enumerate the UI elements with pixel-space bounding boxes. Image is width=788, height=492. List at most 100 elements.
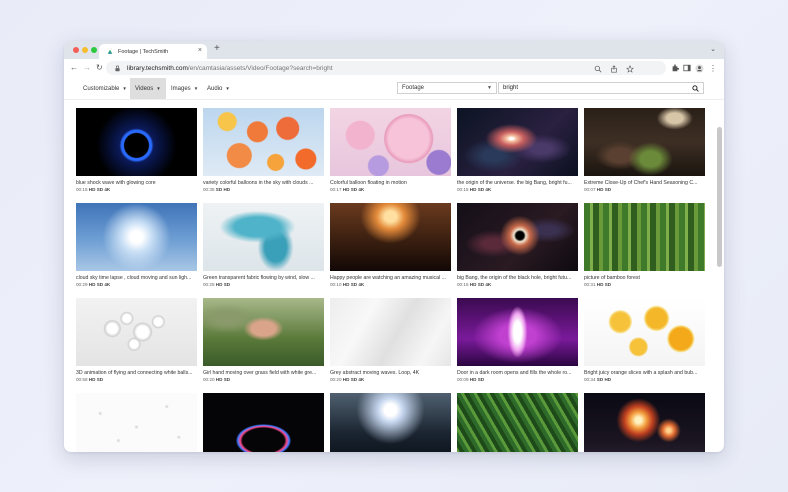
result-card[interactable]: Door in a dark room opens and fills the … (457, 298, 578, 382)
menu-label: Audio (207, 85, 223, 92)
video-thumbnail[interactable] (330, 298, 451, 366)
video-thumbnail[interactable] (203, 298, 324, 366)
result-card[interactable]: cloud sky time lapse , cloud moving and … (76, 203, 197, 287)
video-thumbnail[interactable] (203, 203, 324, 271)
reload-button[interactable]: ↻ (96, 63, 103, 72)
menu-label: Images (171, 85, 191, 92)
video-thumbnail[interactable] (584, 203, 705, 271)
tab-title: Footage | TechSmith (118, 48, 169, 55)
result-card[interactable]: Extreme Close-Up of Chef's Hand Seasonin… (584, 108, 705, 192)
result-card[interactable]: Colorful balloon floating in motion 00:1… (330, 108, 451, 192)
search-input[interactable]: bright (498, 82, 704, 94)
result-card[interactable]: Green transparent fabric flowing by wind… (203, 203, 324, 287)
minimize-window-button[interactable] (82, 47, 88, 53)
result-card[interactable] (330, 393, 451, 452)
new-tab-button[interactable]: + (214, 43, 220, 54)
result-card[interactable] (457, 393, 578, 452)
caret-down-icon: ▼ (156, 86, 161, 91)
result-meta: 00:58 HD SD (76, 377, 104, 382)
result-title[interactable]: Happy people are watching an amazing mus… (330, 275, 451, 281)
result-title[interactable]: Bright juicy orange slices with a splash… (584, 370, 705, 376)
result-title[interactable]: Door in a dark room opens and fills the … (457, 370, 578, 376)
result-title[interactable]: the origin of the universe. the big Bang… (457, 180, 578, 186)
video-thumbnail[interactable] (584, 298, 705, 366)
tab-search-button[interactable]: ⌄ (710, 45, 716, 53)
video-thumbnail[interactable] (76, 393, 197, 452)
page-scrollbar[interactable] (717, 127, 722, 267)
result-card[interactable] (584, 393, 705, 452)
result-title[interactable]: big Bang, the origin of the black hole, … (457, 275, 578, 281)
bookmark-star-icon[interactable] (626, 65, 634, 73)
video-thumbnail[interactable] (584, 108, 705, 176)
forward-button[interactable]: → (83, 63, 91, 72)
result-title[interactable]: 3D animation of flying and connecting wh… (76, 370, 197, 376)
menu-customizable[interactable]: Customizable ▼ (82, 78, 128, 99)
profile-avatar-icon[interactable] (694, 63, 704, 73)
menu-images[interactable]: Images ▼ (170, 78, 199, 99)
zoom-icon[interactable] (594, 65, 602, 73)
video-thumbnail[interactable] (457, 203, 578, 271)
result-title[interactable]: blue shock wave with glowing core (76, 180, 197, 186)
result-card[interactable]: Grey abstract moving waves. Loop, 4K 00:… (330, 298, 451, 382)
video-thumbnail[interactable] (330, 203, 451, 271)
category-select[interactable]: Footage ▼ (397, 82, 497, 94)
browser-menu-button[interactable]: ⋮ (708, 63, 718, 73)
result-card[interactable] (203, 393, 324, 452)
result-meta: 00:29 HD SD 4K (76, 282, 111, 287)
result-title[interactable]: Colorful balloon floating in motion (330, 180, 451, 186)
result-title[interactable]: Green transparent fabric flowing by wind… (203, 275, 324, 281)
result-card[interactable]: big Bang, the origin of the black hole, … (457, 203, 578, 287)
address-bar-row: ← → ↻ library.techsmith.com/en/camtasia/… (64, 59, 724, 79)
result-card[interactable]: 3D animation of flying and connecting wh… (76, 298, 197, 382)
result-card[interactable]: picture of bamboo forest 00:31 HD SD (584, 203, 705, 287)
result-card[interactable]: blue shock wave with glowing core 00:15 … (76, 108, 197, 192)
video-thumbnail[interactable] (584, 393, 705, 452)
search-icon[interactable] (692, 85, 699, 92)
result-meta: 00:17 HD SD 4K (330, 187, 365, 192)
video-thumbnail[interactable] (330, 393, 451, 452)
result-title[interactable]: picture of bamboo forest (584, 275, 705, 281)
tab-close-icon[interactable]: × (198, 47, 202, 54)
tab-footage[interactable]: Footage | TechSmith × (99, 44, 207, 59)
extensions-icon[interactable] (670, 63, 680, 73)
menu-videos[interactable]: Videos ▼ (130, 78, 166, 99)
lock-icon (115, 65, 120, 71)
result-card[interactable]: Bright juicy orange slices with a splash… (584, 298, 705, 382)
caret-down-icon: ▼ (193, 86, 199, 91)
url-field[interactable]: library.techsmith.com/en/camtasia/assets… (106, 61, 666, 75)
share-icon[interactable] (610, 65, 618, 73)
sidebar-icon[interactable] (682, 63, 692, 73)
result-title[interactable]: Extreme Close-Up of Chef's Hand Seasonin… (584, 180, 705, 186)
menu-audio[interactable]: Audio ▼ (206, 78, 231, 99)
result-title[interactable]: Grey abstract moving waves. Loop, 4K (330, 370, 451, 376)
chevron-down-icon: ▼ (487, 85, 492, 91)
result-meta: 00:20 HD SD 4K (330, 377, 365, 382)
techsmith-favicon-icon (107, 49, 113, 54)
video-thumbnail[interactable] (76, 203, 197, 271)
video-thumbnail[interactable] (457, 108, 578, 176)
video-thumbnail[interactable] (330, 108, 451, 176)
url-path: /en/camtasia/assets/Video/Footage?search… (187, 64, 333, 72)
result-meta: 00:35 SD HD (203, 187, 231, 192)
menu-label: Videos (135, 85, 154, 92)
result-card[interactable]: Happy people are watching an amazing mus… (330, 203, 451, 287)
result-card[interactable]: variety colorful balloons in the sky wit… (203, 108, 324, 192)
close-window-button[interactable] (73, 47, 79, 53)
result-card[interactable]: Girl hand moving over grass field with w… (203, 298, 324, 382)
video-thumbnail[interactable] (76, 298, 197, 366)
result-title[interactable]: cloud sky time lapse , cloud moving and … (76, 275, 197, 281)
zoom-window-button[interactable] (91, 47, 97, 53)
result-title[interactable]: variety colorful balloons in the sky wit… (203, 180, 324, 186)
video-thumbnail[interactable] (203, 108, 324, 176)
result-title[interactable]: Girl hand moving over grass field with w… (203, 370, 324, 376)
menu-label: Customizable (83, 85, 120, 92)
video-thumbnail[interactable] (203, 393, 324, 452)
back-button[interactable]: ← (70, 63, 78, 72)
browser-window: Footage | TechSmith × + ⌄ ← → ↻ library.… (64, 41, 724, 452)
video-thumbnail[interactable] (457, 393, 578, 452)
video-thumbnail[interactable] (457, 298, 578, 366)
site-toolbar: Customizable ▼ Videos ▼ Images ▼ Audio ▼ Foo… (64, 78, 724, 100)
result-card[interactable] (76, 393, 197, 452)
result-card[interactable]: the origin of the universe. the big Bang… (457, 108, 578, 192)
video-thumbnail[interactable] (76, 108, 197, 176)
